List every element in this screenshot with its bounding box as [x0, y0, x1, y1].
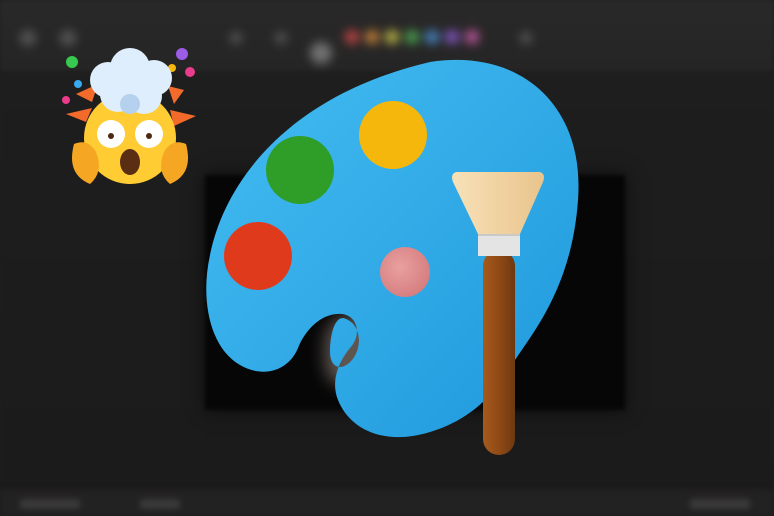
paint-dab-green [266, 136, 334, 204]
paint-dab-yellow [359, 101, 427, 169]
emoji-mouth [120, 149, 140, 175]
brush-handle [483, 250, 515, 455]
confetti-dot [66, 56, 78, 68]
paint-dab-pink [380, 247, 430, 297]
paint-dab-red [224, 222, 292, 290]
screenshot-scene [0, 0, 774, 516]
confetti-dot [176, 48, 188, 60]
confetti-dot [62, 96, 70, 104]
emoji-left-pupil [108, 133, 114, 139]
confetti-dot [185, 67, 195, 77]
cloud-shading [120, 94, 140, 114]
confetti-dot [74, 80, 82, 88]
emoji-right-pupil [146, 133, 152, 139]
exploding-head-emoji-icon [62, 48, 196, 184]
